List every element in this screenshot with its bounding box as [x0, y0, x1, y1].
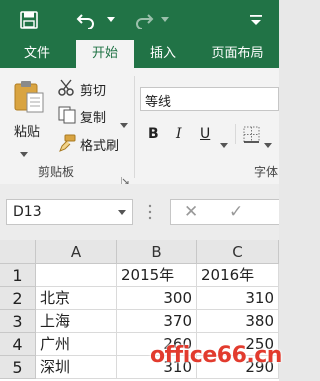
formula-bar-grip[interactable] [148, 203, 152, 225]
save-button[interactable] [10, 0, 48, 40]
customize-toolbar-button[interactable] [238, 0, 274, 40]
cell[interactable]: 370 [117, 310, 197, 333]
tab-file[interactable]: 文件 [8, 40, 66, 68]
paste-button[interactable] [12, 80, 46, 118]
cell[interactable]: 2015年 [117, 264, 197, 287]
underline-dropdown[interactable] [220, 133, 228, 152]
save-icon [20, 11, 38, 29]
font-group-title: 字体 [254, 165, 279, 179]
italic-button[interactable]: I [176, 126, 182, 142]
underline-button[interactable]: U [200, 126, 210, 142]
chevron-down-icon [20, 152, 28, 157]
cancel-button[interactable]: ✕ [184, 202, 198, 222]
cell[interactable]: 广州 [36, 333, 117, 356]
copy-dropdown[interactable] [120, 113, 128, 132]
copy-icon [58, 106, 76, 128]
row-header[interactable]: 4 [0, 333, 36, 356]
paste-icon [14, 81, 44, 113]
cell[interactable]: 2016年 [197, 264, 279, 287]
format-painter-button[interactable]: 格式刷 [80, 135, 119, 154]
cell[interactable]: 380 [197, 310, 279, 333]
cell[interactable]: 310 [197, 287, 279, 310]
clipboard-group-title: 剪贴板 [38, 165, 75, 179]
customize-icon [250, 15, 262, 25]
cut-icon [58, 79, 76, 101]
grip-icon [148, 204, 152, 220]
bold-button[interactable]: B [148, 126, 159, 142]
redo-dropdown[interactable] [158, 0, 172, 40]
name-box-value: D13 [13, 204, 42, 220]
undo-dropdown[interactable] [104, 0, 118, 40]
cut-button[interactable]: 剪切 [80, 80, 106, 99]
enter-button[interactable]: ✓ [229, 202, 243, 222]
column-header-b[interactable]: B [117, 240, 197, 264]
row-header[interactable]: 2 [0, 287, 36, 310]
format-painter-icon [58, 134, 76, 156]
cell[interactable] [36, 264, 117, 287]
watermark-logo: office66.cn [150, 343, 282, 368]
row-header[interactable]: 3 [0, 310, 36, 333]
column-header-a[interactable]: A [36, 240, 117, 264]
formula-controls: ✕ ✓ [170, 199, 279, 225]
cell[interactable]: 300 [117, 287, 197, 310]
font-name-box[interactable]: 等线 [140, 87, 279, 111]
redo-icon [136, 14, 154, 29]
chevron-down-icon [120, 123, 128, 128]
borders-icon [243, 126, 260, 143]
chevron-down-icon [107, 17, 115, 22]
chevron-down-icon [118, 210, 126, 215]
cell[interactable]: 深圳 [36, 356, 117, 379]
font-divider [235, 124, 236, 144]
chevron-down-icon [161, 17, 169, 22]
undo-button[interactable] [70, 0, 104, 40]
redo-button[interactable] [128, 0, 158, 40]
chevron-down-icon [264, 143, 272, 148]
borders-dropdown[interactable] [264, 133, 272, 152]
name-box[interactable]: D13 [6, 199, 133, 225]
paste-dropdown[interactable] [20, 142, 28, 161]
tab-insert[interactable]: 插入 [134, 40, 192, 68]
tab-home[interactable]: 开始 [76, 40, 134, 68]
row-header[interactable]: 5 [0, 356, 36, 379]
group-divider [134, 76, 135, 178]
cell[interactable]: 上海 [36, 310, 117, 333]
undo-icon [76, 14, 94, 29]
paste-label[interactable]: 粘贴 [14, 121, 40, 140]
select-all-corner[interactable] [0, 240, 36, 264]
cell[interactable]: 北京 [36, 287, 117, 310]
chevron-down-icon [220, 143, 228, 148]
borders-button[interactable] [243, 126, 260, 147]
font-name-value: 等线 [145, 95, 172, 110]
copy-button[interactable]: 复制 [80, 107, 106, 126]
tab-page-layout[interactable]: 页面布局 [196, 40, 279, 68]
row-header[interactable]: 1 [0, 264, 36, 287]
column-header-c[interactable]: C [197, 240, 279, 264]
